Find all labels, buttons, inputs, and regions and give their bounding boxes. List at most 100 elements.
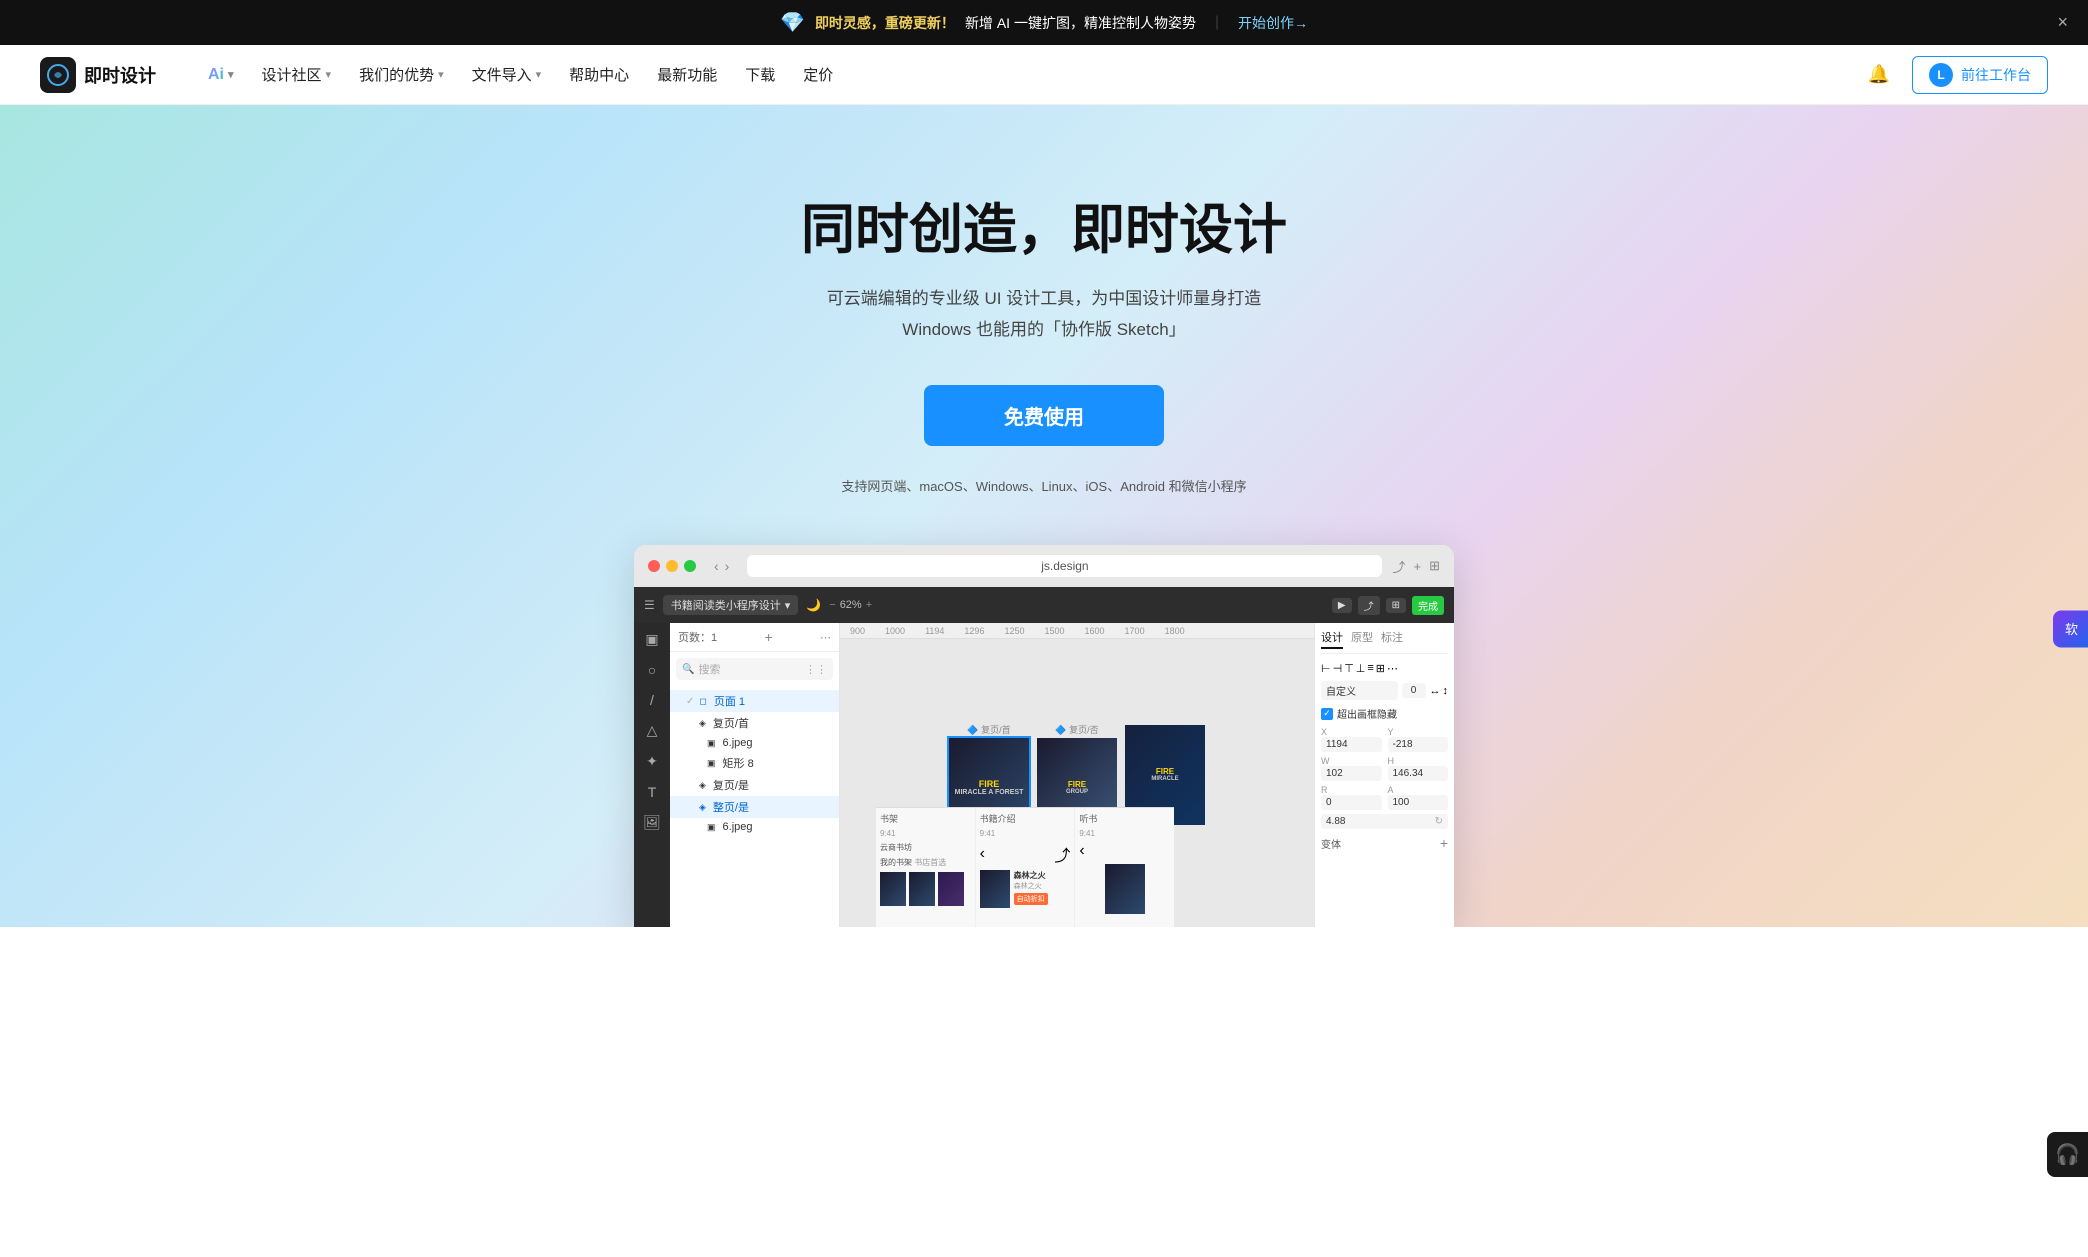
select-tool-icon[interactable]: ▣ — [645, 631, 658, 648]
layer-item[interactable]: ▣6.jpeg — [670, 818, 839, 836]
layers-panel: 页数：1 + ⋯ 🔍 搜索 ⋮⋮ ✓◻页面 1◈复页/首▣6.jpeg▣矩形 8… — [670, 623, 840, 927]
floating-button[interactable]: 软 — [2053, 610, 2088, 647]
circle-tool-icon[interactable]: ○ — [648, 662, 656, 678]
layer-item[interactable]: ✓◻页面 1 — [670, 690, 839, 712]
custom-dropdown[interactable]: 自定义 — [1321, 681, 1398, 700]
layer-item[interactable]: ◈整页/是 — [670, 796, 839, 818]
nav-help[interactable]: 帮助中心 — [557, 58, 641, 91]
traffic-light-red[interactable] — [648, 560, 660, 572]
layer-name: 6.jpeg — [723, 737, 753, 749]
clip-option-row: ✓ 超出画框隐藏 — [1321, 706, 1448, 721]
announcement-cta[interactable]: 开始创作→ — [1238, 13, 1308, 33]
filter-icon[interactable]: ⋮⋮ — [805, 663, 827, 676]
pen-tool-icon[interactable]: / — [650, 692, 654, 708]
browser-share-icon[interactable]: ⤴ — [1392, 557, 1405, 576]
h-field-group: H 146.34 — [1388, 756, 1449, 781]
nav-back-btn[interactable]: ‹ — [714, 558, 719, 574]
nav-forward-btn[interactable]: › — [725, 558, 730, 574]
tab-prototype[interactable]: 原型 — [1351, 629, 1373, 649]
align-top-icon[interactable]: ⊥ — [1356, 662, 1366, 675]
add-page-icon[interactable]: + — [764, 629, 772, 645]
support-button[interactable]: 🎧 — [2047, 1132, 2088, 1177]
tab-design[interactable]: 设计 — [1321, 629, 1343, 649]
align-left-icon[interactable]: ⊢ — [1321, 662, 1331, 675]
traffic-light-yellow[interactable] — [666, 560, 678, 572]
opacity-slider-field[interactable]: 4.88 ↻ — [1321, 814, 1448, 829]
moon-icon[interactable]: 🌙 — [806, 598, 821, 612]
bottom-strip-3: 听书 9:41 ‹ — [1075, 808, 1174, 927]
nav-import[interactable]: 文件导入 ▾ — [460, 58, 554, 91]
free-use-button[interactable]: 免费使用 — [924, 385, 1164, 446]
go-to-workspace-button[interactable]: L 前往工作台 — [1912, 56, 2048, 94]
browser-add-icon[interactable]: + — [1414, 559, 1422, 574]
browser-grid-icon[interactable]: ⊞ — [1429, 558, 1440, 574]
text-tool-icon[interactable]: T — [648, 784, 657, 800]
opacity-input[interactable]: 100 — [1388, 795, 1449, 810]
opacity-refresh-icon[interactable]: ↻ — [1435, 816, 1443, 827]
custom-icon2[interactable]: ↕ — [1443, 685, 1449, 697]
layer-item[interactable]: ▣矩形 8 — [670, 752, 839, 774]
layer-type-icon: ◈ — [699, 780, 706, 791]
zoom-minus-icon[interactable]: − — [829, 599, 835, 611]
tab-annotate[interactable]: 标注 — [1381, 629, 1403, 649]
vector-tool-icon[interactable]: ✦ — [646, 753, 658, 770]
h-input[interactable]: 146.34 — [1388, 766, 1449, 781]
nav-price[interactable]: 定价 — [791, 58, 845, 91]
canvas-area[interactable]: 900 1000 1194 1296 1250 1500 1600 1700 1… — [840, 623, 1314, 927]
custom-val[interactable]: 0 — [1402, 683, 1426, 698]
notification-bell[interactable]: 🔔 — [1862, 58, 1896, 91]
done-btn[interactable]: 完成 — [1412, 596, 1444, 615]
hero-subtitle: 可云端编辑的专业级 UI 设计工具，为中国设计师量身打造 Windows 也能用… — [827, 284, 1261, 345]
nav-price-label: 定价 — [803, 64, 833, 85]
layer-item[interactable]: ◈复页/是 — [670, 774, 839, 796]
nav-latest[interactable]: 最新功能 — [645, 58, 729, 91]
nav-right: 🔔 L 前往工作台 — [1862, 56, 2048, 94]
layer-item[interactable]: ▣6.jpeg — [670, 734, 839, 752]
traffic-light-green[interactable] — [684, 560, 696, 572]
layer-options-icon[interactable]: ⋯ — [820, 631, 831, 644]
layer-name: 矩形 8 — [723, 755, 754, 771]
app-chrome: ☰ 书籍阅读类小程序设计 ▾ 🌙 − 62% + ▶ ⤴ ⊞ 完成 — [634, 587, 1454, 927]
x-input[interactable]: 1194 — [1321, 737, 1382, 752]
y-input[interactable]: -218 — [1388, 737, 1449, 752]
user-avatar: L — [1929, 63, 1953, 87]
custom-icon1[interactable]: ↔ — [1430, 685, 1441, 697]
play-btn[interactable]: ▶ — [1332, 598, 1352, 613]
announcement-close[interactable]: × — [2057, 12, 2068, 33]
logo[interactable]: 即时设计 — [40, 57, 156, 93]
w-input[interactable]: 102 — [1321, 766, 1382, 781]
strip3-book — [1105, 864, 1145, 914]
left-toolbar: ▣ ○ / △ ✦ T 🖼 — [634, 623, 670, 927]
project-menu[interactable]: 书籍阅读类小程序设计 ▾ — [663, 595, 799, 615]
grid-btn[interactable]: ⊞ — [1386, 598, 1406, 613]
clip-checkbox[interactable]: ✓ — [1321, 708, 1333, 720]
triangle-tool-icon[interactable]: △ — [647, 722, 658, 739]
align-center-h-icon[interactable]: ⊣ — [1333, 662, 1343, 675]
nav-download[interactable]: 下载 — [733, 58, 787, 91]
browser-url[interactable]: js.design — [747, 555, 1382, 577]
zoom-control[interactable]: − 62% + — [829, 599, 872, 611]
nav-ai[interactable]: Ai ▾ — [196, 60, 246, 90]
align-right-icon[interactable]: ⊤ — [1344, 662, 1354, 675]
align-center-v-icon[interactable]: ≡ — [1367, 662, 1373, 675]
layers-search[interactable]: 🔍 搜索 ⋮⋮ — [676, 658, 833, 680]
ruler-1500: 1500 — [1044, 626, 1064, 636]
browser-nav: ‹ › — [714, 558, 729, 574]
distribute-icon[interactable]: ⊞ — [1376, 662, 1385, 675]
hamburger-icon[interactable]: ☰ — [644, 598, 655, 612]
zoom-plus-icon[interactable]: + — [866, 599, 872, 611]
image-tool-icon[interactable]: 🖼 — [643, 814, 661, 831]
share-btn[interactable]: ⤴ — [1358, 596, 1380, 615]
layer-type-icon: ▣ — [707, 822, 716, 833]
nav-community[interactable]: 设计社区 ▾ — [250, 58, 344, 91]
strip3-time: 9:41 — [1079, 829, 1170, 838]
transform-add-icon[interactable]: + — [1440, 835, 1448, 851]
custom-dropdown-row: 自定义 0 ↔ ↕ — [1321, 681, 1448, 700]
ruler-horizontal: 900 1000 1194 1296 1250 1500 1600 1700 1… — [840, 623, 1314, 639]
r-input[interactable]: 0 — [1321, 795, 1382, 810]
ruler-1296: 1296 — [964, 626, 984, 636]
layer-item[interactable]: ◈复页/首 — [670, 712, 839, 734]
announcement-text: 新增 AI 一键扩图，精准控制人物姿势 — [965, 13, 1196, 33]
nav-advantage[interactable]: 我们的优势 ▾ — [347, 58, 456, 91]
more-options-icon[interactable]: ⋯ — [1387, 662, 1398, 675]
